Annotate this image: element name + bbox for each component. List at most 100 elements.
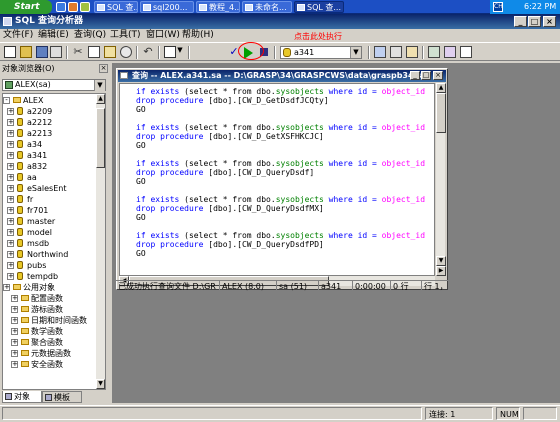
copy-icon[interactable]: [88, 46, 100, 58]
tree-item[interactable]: + Northwind: [3, 249, 97, 260]
expand-icon[interactable]: +: [7, 196, 14, 203]
statistics-icon[interactable]: [406, 46, 418, 58]
execution-plan-icon[interactable]: [374, 46, 386, 58]
tree-item[interactable]: + 数学函数: [3, 326, 97, 337]
paste-icon[interactable]: [104, 46, 116, 58]
expand-icon[interactable]: +: [11, 339, 18, 346]
database-select[interactable]: a341 ▼: [280, 46, 362, 59]
close-icon[interactable]: ×: [99, 64, 108, 73]
folder-icon[interactable]: [80, 2, 90, 12]
editor-vertical-scrollbar[interactable]: ▲ ▼ ▶: [435, 83, 446, 276]
expand-icon[interactable]: +: [11, 306, 18, 313]
query-minimize-button[interactable]: _: [410, 71, 420, 80]
tree-item[interactable]: + a832: [3, 161, 97, 172]
scroll-thumb[interactable]: [436, 93, 446, 133]
new-query-icon[interactable]: [4, 46, 16, 58]
tree-item[interactable]: - ALEX: [3, 95, 97, 106]
menu-edit[interactable]: 编辑(E): [38, 29, 69, 42]
tree-item[interactable]: + 配置函数: [3, 293, 97, 304]
scroll-down-icon[interactable]: ▼: [96, 379, 105, 389]
expand-icon[interactable]: +: [7, 185, 14, 192]
browser-icon[interactable]: [68, 2, 78, 12]
expand-icon[interactable]: +: [11, 328, 18, 335]
start-button[interactable]: Start: [0, 0, 52, 14]
collapse-icon[interactable]: -: [3, 97, 10, 104]
insert-template-icon[interactable]: [50, 46, 62, 58]
expand-icon[interactable]: +: [7, 163, 14, 170]
scroll-up-icon[interactable]: ▲: [436, 83, 446, 93]
query-maximize-button[interactable]: □: [421, 71, 431, 80]
expand-icon[interactable]: +: [7, 130, 14, 137]
tree-item[interactable]: + fr: [3, 194, 97, 205]
expand-icon[interactable]: +: [7, 262, 14, 269]
object-browser-toggle-icon[interactable]: [428, 46, 440, 58]
tree-item[interactable]: + tempdb: [3, 271, 97, 282]
scroll-up-icon[interactable]: ▲: [96, 94, 105, 104]
tree-item[interactable]: + a2212: [3, 117, 97, 128]
expand-icon[interactable]: +: [11, 361, 18, 368]
tree-item[interactable]: + 游标函数: [3, 304, 97, 315]
menu-window[interactable]: 窗口(W): [146, 29, 180, 42]
tree-item[interactable]: + pubs: [3, 260, 97, 271]
query-close-button[interactable]: ×: [433, 71, 443, 80]
tree-item[interactable]: + model: [3, 227, 97, 238]
expand-icon[interactable]: +: [7, 218, 14, 225]
expand-icon[interactable]: +: [3, 284, 10, 291]
taskbar-button[interactable]: SQL 查...: [94, 1, 138, 13]
trace-icon[interactable]: [390, 46, 402, 58]
tree-item[interactable]: + a2213: [3, 128, 97, 139]
find-icon[interactable]: [120, 46, 132, 58]
server-select[interactable]: ALEX(sa) ▼: [2, 79, 106, 91]
desktop-icon[interactable]: [56, 2, 66, 12]
scroll-down-icon[interactable]: ▼: [436, 256, 446, 266]
tree-item[interactable]: + a341: [3, 150, 97, 161]
tree-item[interactable]: + a34: [3, 139, 97, 150]
open-file-icon[interactable]: [20, 46, 32, 58]
tree-item[interactable]: + master: [3, 216, 97, 227]
expand-icon[interactable]: +: [11, 317, 18, 324]
close-button[interactable]: ×: [543, 16, 556, 27]
object-tree-scrollbar[interactable]: ▲ ▼: [96, 94, 105, 389]
expand-icon[interactable]: +: [7, 240, 14, 247]
menu-query[interactable]: 查询(Q): [74, 29, 106, 42]
tree-item[interactable]: + fr701: [3, 205, 97, 216]
tree-item[interactable]: + 元数据函数: [3, 348, 97, 359]
expand-icon[interactable]: +: [7, 174, 14, 181]
undo-icon[interactable]: ↶: [142, 46, 154, 58]
tree-item[interactable]: + 安全函数: [3, 359, 97, 370]
sql-editor[interactable]: if exists (select * from dbo.sysobjects …: [119, 83, 435, 276]
expand-icon[interactable]: +: [7, 119, 14, 126]
menu-file[interactable]: 文件(F): [3, 29, 33, 42]
taskbar-button[interactable]: sql200...: [140, 1, 194, 13]
maximize-button[interactable]: □: [528, 16, 541, 27]
expand-icon[interactable]: +: [7, 229, 14, 236]
expand-icon[interactable]: +: [7, 207, 14, 214]
expand-icon[interactable]: +: [7, 273, 14, 280]
results-pane-icon[interactable]: [460, 46, 472, 58]
grid-icon[interactable]: [164, 46, 176, 58]
tree-item[interactable]: + 公用对象: [3, 282, 97, 293]
tree-item[interactable]: + msdb: [3, 238, 97, 249]
scroll-right-icon[interactable]: ▶: [436, 266, 446, 276]
expand-icon[interactable]: +: [11, 350, 18, 357]
chevron-down-icon[interactable]: ▼: [176, 46, 184, 58]
taskbar-button[interactable]: 未命名...: [242, 1, 292, 13]
save-icon[interactable]: [36, 46, 48, 58]
minimize-button[interactable]: _: [514, 16, 527, 27]
expand-icon[interactable]: +: [7, 141, 14, 148]
language-icon[interactable]: CH: [493, 2, 503, 12]
tree-item[interactable]: + eSalesEnt: [3, 183, 97, 194]
tab-templates[interactable]: 模板: [42, 391, 82, 403]
menu-help[interactable]: 帮助(H): [182, 29, 214, 42]
taskbar-button[interactable]: SQL 查...: [294, 1, 344, 13]
object-search-icon[interactable]: [444, 46, 456, 58]
tab-objects[interactable]: 对象: [2, 391, 42, 403]
expand-icon[interactable]: +: [11, 295, 18, 302]
expand-icon[interactable]: +: [7, 108, 14, 115]
tree-item[interactable]: + a2209: [3, 106, 97, 117]
scroll-thumb[interactable]: [96, 108, 105, 168]
tree-item[interactable]: + aa: [3, 172, 97, 183]
tree-item[interactable]: + 日期和时间函数: [3, 315, 97, 326]
cut-icon[interactable]: ✂: [72, 46, 84, 58]
expand-icon[interactable]: +: [7, 251, 14, 258]
